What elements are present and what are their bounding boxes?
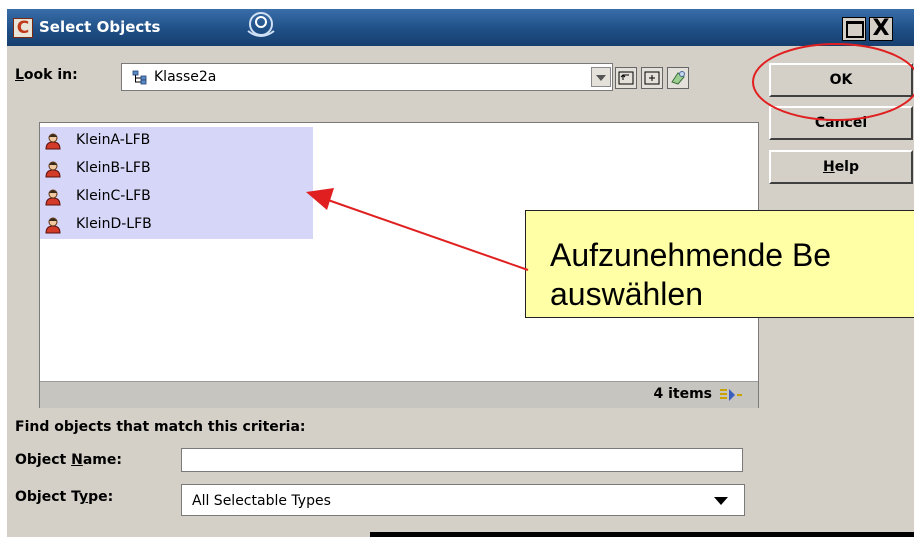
- object-name-label: Object Name:: [15, 452, 122, 468]
- object-type-select[interactable]: All Selectable Types: [181, 484, 745, 516]
- look-in-value: Klasse2a: [154, 69, 217, 85]
- look-in-label-mnemonic: L: [15, 67, 24, 83]
- object-type-label-post: pe:: [88, 489, 114, 505]
- list-item-label: KleinA-LFB: [76, 132, 151, 148]
- title-bar[interactable]: C Select Objects X: [7, 9, 914, 46]
- list-item[interactable]: KleinB-LFB: [40, 155, 313, 183]
- up-folder-icon[interactable]: [615, 67, 637, 89]
- user-icon: [45, 189, 61, 206]
- list-item[interactable]: KleinD-LFB: [40, 211, 313, 239]
- annotation-callout: Aufzunehmende Be auswählen: [525, 210, 914, 318]
- object-name-mnemonic: N: [71, 452, 83, 468]
- view-options-icon[interactable]: [718, 387, 744, 403]
- chevron-down-icon[interactable]: [714, 497, 728, 505]
- close-button[interactable]: X: [869, 17, 893, 41]
- criteria-heading: Find objects that match this criteria:: [15, 419, 306, 435]
- help-button[interactable]: Help: [769, 150, 913, 184]
- object-type-value: All Selectable Types: [192, 493, 331, 509]
- cancel-button[interactable]: Cancel: [769, 106, 913, 140]
- ok-button[interactable]: OK: [769, 63, 913, 97]
- object-type-label-pre: Object T: [15, 489, 79, 505]
- list-item-label: KleinB-LFB: [76, 160, 151, 176]
- filter-icon[interactable]: [667, 67, 689, 89]
- list-item[interactable]: KleinA-LFB: [40, 127, 313, 155]
- maximize-button[interactable]: [842, 17, 866, 41]
- object-name-label-post: ame:: [82, 452, 122, 468]
- user-icon: [45, 217, 61, 234]
- annotation-text: Aufzunehmende Be auswählen: [550, 237, 832, 312]
- container-tree-icon: [132, 70, 147, 85]
- list-item[interactable]: KleinC-LFB: [40, 183, 313, 211]
- item-count: 4 items: [653, 386, 712, 402]
- list-status-bar: 4 items: [40, 381, 758, 408]
- object-type-label: Object Type:: [15, 489, 113, 505]
- user-icon: [45, 133, 61, 150]
- object-name-field[interactable]: [181, 448, 743, 472]
- app-icon: C: [13, 18, 33, 38]
- look-in-dropdown-arrow[interactable]: [591, 67, 611, 87]
- help-label: elp: [834, 159, 860, 175]
- list-item-label: KleinD-LFB: [76, 216, 152, 232]
- object-name-label-pre: Object: [15, 452, 72, 468]
- object-type-mnemonic: y: [78, 489, 89, 505]
- help-mnemonic: H: [822, 159, 835, 175]
- taskbar-edge: [370, 532, 914, 537]
- look-in-label-text: ook in:: [23, 67, 78, 83]
- look-in-label: Look in:: [15, 67, 78, 83]
- look-in-combo[interactable]: Klasse2a: [121, 63, 613, 91]
- list-item-label: KleinC-LFB: [76, 188, 151, 204]
- user-icon: [45, 161, 61, 178]
- window-title: Select Objects: [39, 18, 161, 36]
- new-container-icon[interactable]: [641, 67, 663, 89]
- swirl-icon: [247, 12, 275, 37]
